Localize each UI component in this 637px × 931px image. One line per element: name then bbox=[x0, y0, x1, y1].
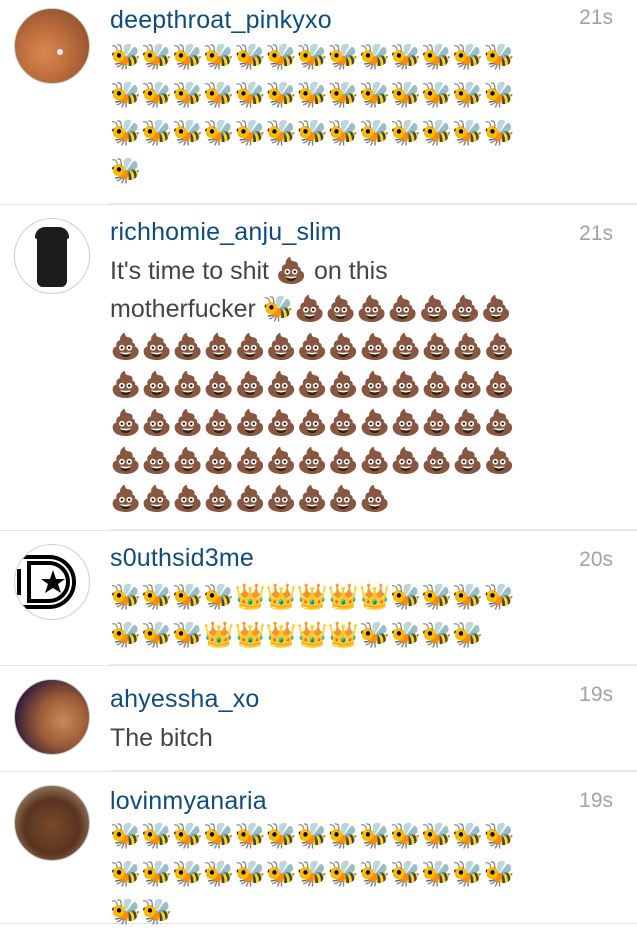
emoji-row: 🐝🐝🐝🐝🐝🐝🐝🐝🐝🐝🐝🐝🐝 bbox=[110, 860, 515, 888]
emoji-row: 🐝🐝🐝👑👑👑👑👑🐝🐝🐝🐝 bbox=[110, 621, 484, 649]
comment-item: richhomie_anju_slim 21s It's time to shi… bbox=[0, 204, 637, 531]
comment-timestamp: 21s bbox=[579, 222, 613, 245]
comment-item: deepthroat_pinkyxo 21s 🐝🐝🐝🐝🐝🐝🐝🐝🐝🐝🐝🐝🐝 🐝🐝🐝… bbox=[0, 0, 637, 205]
comment-item: s0uthsid3me 20s 🐝🐝🐝🐝👑👑👑👑👑🐝🐝🐝🐝 🐝🐝🐝👑👑👑👑👑🐝🐝… bbox=[0, 530, 637, 666]
emoji-row: 💩💩💩💩💩💩💩💩💩💩💩💩💩 bbox=[110, 409, 515, 437]
emoji-row: 🐝🐝🐝🐝🐝🐝🐝🐝🐝🐝🐝🐝🐝 bbox=[110, 43, 515, 71]
emoji-row: 🐝🐝 bbox=[110, 898, 173, 926]
comment-username[interactable]: richhomie_anju_slim bbox=[110, 218, 342, 247]
comment-item: ahyessha_xo 19s The bitch bbox=[0, 665, 637, 772]
emoji-row: 💩💩💩💩💩💩💩💩💩💩💩💩💩 bbox=[110, 333, 515, 361]
emoji-row: 💩💩💩💩💩💩💩💩💩 bbox=[110, 485, 391, 513]
emoji-row: 🐝🐝🐝🐝👑👑👑👑👑🐝🐝🐝🐝 bbox=[110, 583, 515, 611]
avatar[interactable] bbox=[14, 218, 90, 294]
comment-text: It's time to shit 💩 on this motherfucker… bbox=[110, 252, 610, 518]
emoji-row: 💩💩💩💩💩💩💩💩💩💩💩💩💩 bbox=[110, 371, 515, 399]
comment-username[interactable]: deepthroat_pinkyxo bbox=[110, 6, 332, 35]
comment-text: The bitch bbox=[110, 724, 213, 752]
comment-text: 🐝🐝🐝🐝👑👑👑👑👑🐝🐝🐝🐝 🐝🐝🐝👑👑👑👑👑🐝🐝🐝🐝 bbox=[110, 578, 610, 654]
comment-username[interactable]: ahyessha_xo bbox=[110, 685, 260, 714]
emoji-row: 🐝 bbox=[110, 157, 142, 185]
emoji-row: 🐝🐝🐝🐝🐝🐝🐝🐝🐝🐝🐝🐝🐝 bbox=[110, 81, 515, 109]
comment-text: 🐝🐝🐝🐝🐝🐝🐝🐝🐝🐝🐝🐝🐝 🐝🐝🐝🐝🐝🐝🐝🐝🐝🐝🐝🐝🐝 🐝🐝🐝🐝🐝🐝🐝🐝🐝🐝🐝🐝… bbox=[110, 38, 610, 190]
comment-timestamp: 20s bbox=[579, 548, 613, 571]
emoji-row: 💩💩💩💩💩💩💩💩💩💩💩💩💩 bbox=[110, 447, 515, 475]
comment-item: lovinmyanaria 19s 🐝🐝🐝🐝🐝🐝🐝🐝🐝🐝🐝🐝🐝 🐝🐝🐝🐝🐝🐝🐝🐝… bbox=[0, 771, 637, 926]
avatar[interactable] bbox=[14, 785, 90, 861]
comment-timestamp: 21s bbox=[579, 6, 613, 29]
emoji-row: 🐝🐝🐝🐝🐝🐝🐝🐝🐝🐝🐝🐝🐝 bbox=[110, 822, 515, 850]
emoji-row: 🐝🐝🐝🐝🐝🐝🐝🐝🐝🐝🐝🐝🐝 bbox=[110, 119, 515, 147]
comment-timestamp: 19s bbox=[579, 789, 613, 812]
avatar-face bbox=[37, 227, 67, 287]
comment-username[interactable]: lovinmyanaria bbox=[110, 787, 267, 816]
comment-text-line: motherfucker 🐝💩💩💩💩💩💩💩 bbox=[110, 295, 512, 323]
comment-text: 🐝🐝🐝🐝🐝🐝🐝🐝🐝🐝🐝🐝🐝 🐝🐝🐝🐝🐝🐝🐝🐝🐝🐝🐝🐝🐝 🐝🐝 bbox=[110, 817, 610, 931]
d-star-logo-icon bbox=[16, 546, 88, 618]
avatar[interactable] bbox=[14, 544, 90, 620]
avatar[interactable] bbox=[14, 679, 90, 755]
comment-timestamp: 19s bbox=[579, 683, 613, 706]
comment-text-line: It's time to shit 💩 on this bbox=[110, 257, 388, 285]
avatar[interactable] bbox=[14, 8, 90, 84]
comment-username[interactable]: s0uthsid3me bbox=[110, 544, 254, 573]
